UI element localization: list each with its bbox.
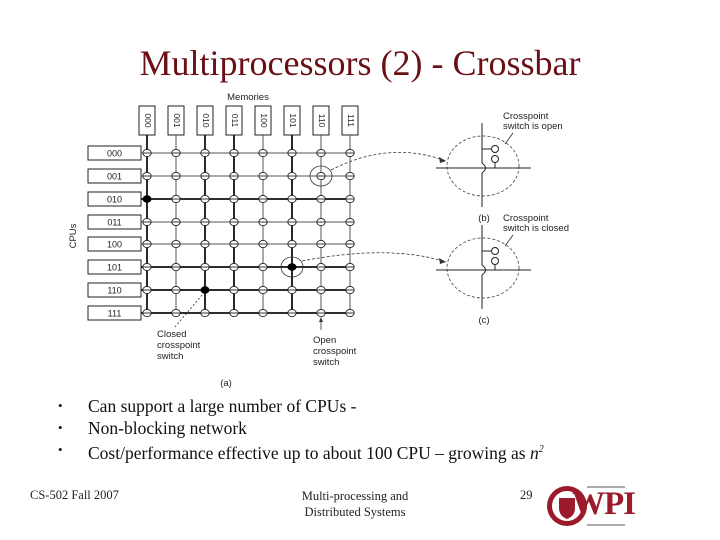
- closed-crosspoint-label-line: crosspoint: [157, 340, 201, 351]
- open-crosspoint-label-line: Open: [313, 335, 336, 346]
- cpus-label: CPUs: [68, 223, 79, 248]
- wpi-logo-text: WPI: [572, 486, 636, 522]
- cpu-label: 110: [107, 286, 121, 296]
- closed-crosspoint: [287, 263, 297, 271]
- closed-crosspoint: [200, 286, 210, 294]
- memories-label: Memories: [227, 92, 269, 103]
- memory-module-label: 111: [346, 114, 356, 127]
- open-crosspoint-label-line: switch: [313, 357, 339, 368]
- closed-crosspoint-label-line: Closed: [157, 329, 187, 340]
- bullet-dot: •: [58, 420, 63, 435]
- open-crosspoint-label-line: crosspoint: [313, 346, 357, 357]
- crossbar-figure: Memories CPUs 000 001 010 011 100 101 110 111 000 0…: [0, 0, 720, 400]
- cpu-label: 001: [107, 172, 122, 182]
- bullet-item: • Non-blocking network: [58, 417, 544, 439]
- panel-b-label: (b): [478, 213, 490, 224]
- cpu-label: 010: [107, 195, 122, 205]
- memory-module-label: 001: [172, 113, 182, 127]
- footer-title: Multi-processing and Distributed Systems: [260, 488, 450, 520]
- memory-module-label: 000: [143, 113, 153, 127]
- crossbar-diagram: Memories CPUs 000 001 010 011 100 101 110 111 000 0…: [68, 92, 569, 389]
- bullet-list: • Can support a large number of CPUs - • N…: [58, 395, 544, 463]
- cpu-label: 111: [108, 309, 122, 319]
- panel-b-vertical-line: [481, 123, 486, 207]
- panel-a-label: (a): [220, 378, 232, 389]
- panel-c-caption-line2: switch is closed: [503, 223, 569, 234]
- cpu-label: 101: [107, 263, 122, 273]
- connector-to-c: [301, 252, 447, 263]
- panel-b-caption-line2: switch is open: [503, 121, 563, 132]
- arrowhead-icon: [439, 157, 446, 163]
- bullet-item: • Can support a large number of CPUs -: [58, 395, 544, 417]
- bullet-dot: •: [58, 442, 63, 457]
- arrowhead-icon: [439, 258, 446, 264]
- footer-title-line2: Distributed Systems: [304, 505, 406, 519]
- cpu-label: 011: [107, 218, 121, 228]
- panel-c-contact-lower: [491, 257, 499, 265]
- math-variable: n: [529, 442, 539, 463]
- memory-module-label: 011: [230, 114, 240, 128]
- cpu-label: 000: [107, 149, 122, 159]
- footer-course: CS-502 Fall 2007: [30, 488, 119, 502]
- cpu-label: 100: [107, 240, 122, 250]
- memory-module-label: 101: [288, 113, 298, 127]
- bullet-dot: •: [58, 398, 63, 413]
- math-exponent: 2: [538, 444, 544, 455]
- panel-c-circle: [446, 237, 520, 299]
- bullet-item: • Cost/performance effective up to about …: [58, 439, 544, 463]
- closed-crosspoint-label-line: switch: [157, 351, 183, 362]
- panel-b-contact-lower: [491, 155, 499, 163]
- bullet-text: Can support a large number of CPUs -: [88, 396, 357, 416]
- memory-module-label: 010: [201, 113, 211, 127]
- page-number: 29: [520, 488, 533, 502]
- panel-c-contact-upper: [491, 247, 499, 255]
- panel-b-caption-pointer: [504, 132, 514, 145]
- memory-module-label: 110: [317, 114, 327, 128]
- memory-module-label: 100: [259, 113, 269, 127]
- closed-crosspoint: [142, 195, 152, 203]
- panel-b-contact-upper: [491, 145, 499, 153]
- bullet-text: Non-blocking network: [88, 418, 247, 438]
- panel-c-label: (c): [478, 315, 489, 326]
- panel-c-caption-pointer: [504, 234, 514, 247]
- bullet-text: Cost/performance effective up to about 1…: [88, 442, 530, 463]
- arrowhead-icon: [319, 317, 323, 322]
- panel-b-circle: [446, 135, 520, 197]
- panel-c-vertical-line: [481, 225, 486, 309]
- footer-title-line1: Multi-processing and: [301, 489, 409, 503]
